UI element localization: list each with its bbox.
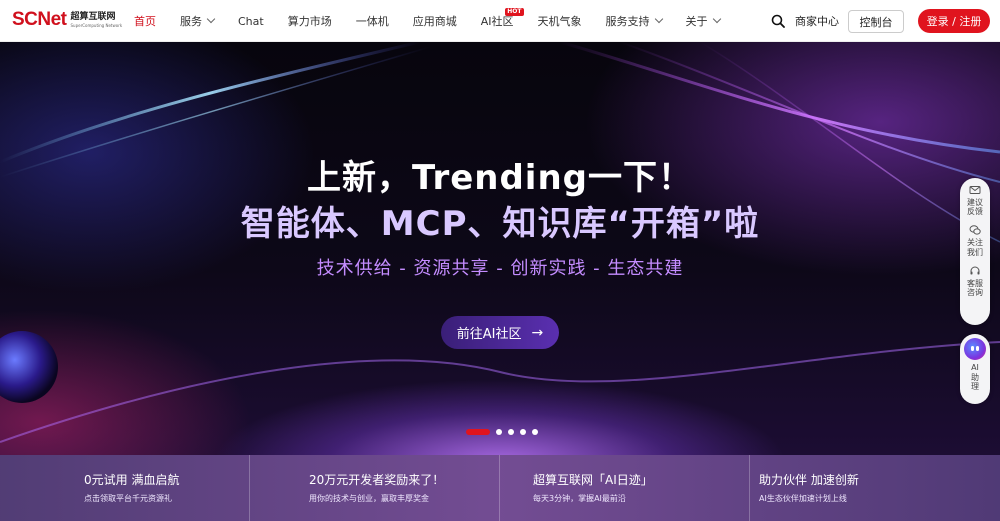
nav-label: 服务支持 (605, 15, 650, 28)
follow-us-button[interactable]: 关注我们 (967, 224, 983, 257)
promo-card[interactable]: 助力伙伴 加速创新 AI生态伙伴加速计划上线 (750, 455, 1000, 521)
carousel-indicators (466, 429, 544, 435)
merchant-center-link[interactable]: 商家中心 (795, 13, 839, 29)
nav-ai-community[interactable]: AI社区 HOT (469, 0, 526, 42)
hero-title-line2: 智能体、MCP、知识库“开箱”啦 (240, 204, 760, 244)
hero-banner[interactable]: 上新，Trending一下！ 智能体、MCP、知识库“开箱”啦 技术供给 - 资… (0, 42, 1000, 455)
hero-subtitle: 技术供给 - 资源共享 - 创新实践 - 生态共建 (316, 258, 684, 279)
promo-card[interactable]: 超算互联网「AI日迹」 每天3分钟，掌握AI最前沿 (500, 455, 750, 521)
nav-weather[interactable]: 天机气象 (526, 0, 594, 42)
floating-sidebar: 建议反馈 关注我们 客服咨询 (960, 178, 990, 325)
mail-icon (969, 186, 981, 194)
nav-label: 服务 (180, 15, 202, 28)
headset-icon (970, 266, 980, 275)
nav-compute-market[interactable]: 算力市场 (276, 0, 344, 42)
chevron-down-icon (206, 14, 216, 24)
top-navbar: SCNet 超算互联网 SuperComputing Network 首页 服务… (0, 0, 1000, 42)
cta-label: 前往AI社区 (456, 327, 522, 342)
carousel-dot[interactable] (532, 429, 538, 435)
go-ai-community-button[interactable]: 前往AI社区 → (441, 316, 559, 349)
promo-strip: 0元试用 满血启航 点击领取平台千元资源礼 20万元开发者奖励来了！ 用你的技术… (0, 455, 1000, 521)
ai-assistant-label: AI助理 (971, 363, 979, 392)
wechat-icon (969, 225, 981, 235)
nav-label: 首页 (134, 15, 156, 28)
promo-title: 20万元开发者奖励来了！ (309, 473, 445, 487)
customer-service-button[interactable]: 客服咨询 (967, 265, 983, 297)
nav-app-store[interactable]: 应用商城 (401, 0, 469, 42)
rail-label: 建议反馈 (967, 198, 983, 217)
promo-title: 0元试用 满血启航 (84, 473, 180, 487)
promo-card[interactable]: 20万元开发者奖励来了！ 用你的技术与创业，赢取丰厚奖金 (250, 455, 500, 521)
rail-label: 关注我们 (967, 238, 983, 257)
nav-home[interactable]: 首页 (122, 0, 168, 42)
chevron-down-icon (712, 14, 721, 24)
promo-desc: AI生态伙伴加速计划上线 (759, 494, 847, 503)
carousel-dot[interactable] (520, 429, 526, 435)
hot-badge: HOT (505, 8, 524, 16)
nav-label: 一体机 (355, 15, 389, 28)
nav-services[interactable]: 服务 (168, 0, 226, 42)
console-button[interactable]: 控制台 (848, 10, 904, 33)
chevron-down-icon (654, 14, 663, 24)
rail-label: 客服咨询 (967, 278, 983, 297)
logo-cn: 超算互联网 (70, 11, 116, 22)
nav-label: 算力市场 (287, 15, 332, 28)
main-nav: 首页 服务 Chat 算力市场 一体机 应用商城 AI社区 HOT 天机气象 服务… (122, 0, 732, 42)
ai-assistant-button[interactable]: AI助理 (960, 334, 990, 404)
nav-label: 天机气象 (537, 15, 582, 28)
hero-title-line1: 上新，Trending一下！ (306, 158, 694, 198)
nav-support[interactable]: 服务支持 (594, 0, 674, 42)
nav-label: 关于 (685, 15, 708, 28)
logo-subtitle: 超算互联网 SuperComputing Network (70, 11, 123, 28)
ai-bot-icon (964, 338, 986, 360)
nav-chat[interactable]: Chat (226, 0, 276, 42)
login-register-button[interactable]: 登录 / 注册 (918, 9, 990, 33)
scnet-logo[interactable]: SCNet 超算互联网 SuperComputing Network (12, 9, 122, 31)
feedback-button[interactable]: 建议反馈 (967, 184, 983, 216)
logo-mark: SCNet (12, 9, 67, 30)
promo-desc: 用你的技术与创业，赢取丰厚奖金 (309, 494, 429, 503)
nav-label: 应用商城 (412, 15, 457, 28)
hero-light-streaks (0, 42, 1000, 443)
nav-about[interactable]: 关于 (674, 0, 732, 42)
promo-desc: 每天3分钟，掌握AI最前沿 (533, 494, 626, 503)
promo-card[interactable]: 0元试用 满血启航 点击领取平台千元资源礼 (0, 455, 250, 521)
promo-title: 超算互联网「AI日迹」 (533, 473, 653, 487)
promo-desc: 点击领取平台千元资源礼 (84, 494, 172, 503)
nav-all-in-one[interactable]: 一体机 (344, 0, 401, 42)
arrow-right-icon: → (531, 324, 544, 341)
carousel-dot[interactable] (508, 429, 514, 435)
carousel-dot[interactable] (496, 429, 502, 435)
carousel-dot[interactable] (466, 429, 490, 435)
nav-label: Chat (238, 14, 264, 28)
search-icon[interactable] (771, 14, 785, 28)
promo-title: 助力伙伴 加速创新 (759, 473, 859, 487)
logo-en: SuperComputing Network (70, 22, 123, 28)
